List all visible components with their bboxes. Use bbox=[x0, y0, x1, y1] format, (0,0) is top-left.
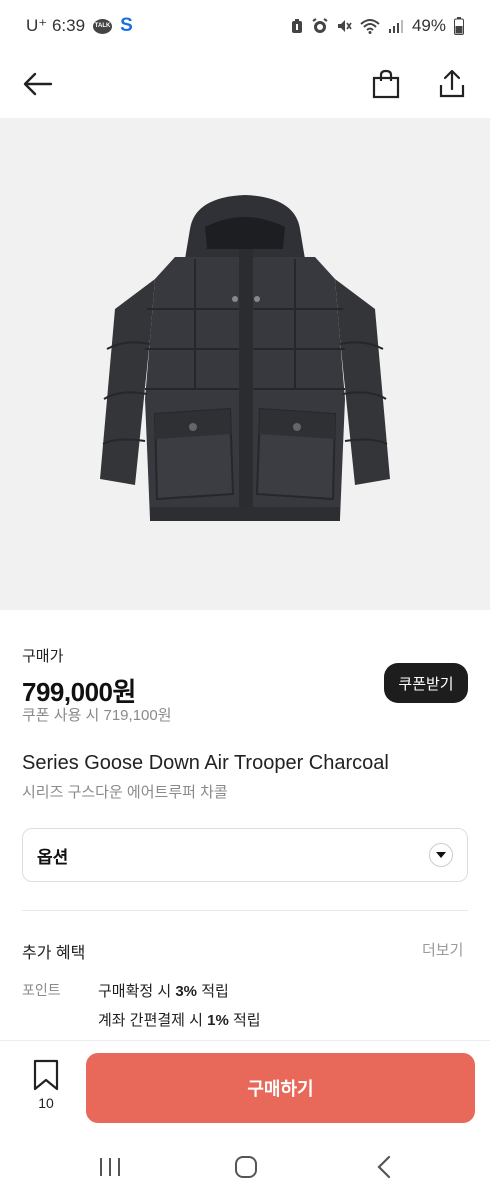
status-left: U⁺ 6:39 TALK S bbox=[26, 15, 133, 37]
benefit-more-link[interactable]: 더보기 bbox=[422, 939, 463, 960]
down-jacket-image bbox=[100, 195, 390, 521]
home-icon bbox=[235, 1156, 257, 1178]
status-right: 49% bbox=[290, 16, 464, 36]
system-back-button[interactable] bbox=[364, 1152, 404, 1182]
battery-percent: 49% bbox=[411, 16, 446, 35]
point-line-text: 적립 bbox=[228, 1012, 261, 1029]
system-nav-bar bbox=[0, 1132, 490, 1200]
point-line: 계좌 간편결제 시 1% 적립 bbox=[98, 1009, 261, 1030]
point-line: 구매확정 시 3% 적립 bbox=[98, 980, 229, 1001]
signal-icon bbox=[388, 19, 404, 33]
battery-icon bbox=[454, 17, 464, 35]
chevron-down-icon bbox=[429, 843, 453, 867]
battery-saver-icon bbox=[290, 18, 304, 34]
price-label: 구매가 bbox=[22, 648, 64, 665]
coupon-price: 쿠폰 사용 시 719,100원 bbox=[22, 707, 172, 724]
bottom-bar: 10 구매하기 bbox=[0, 1040, 490, 1132]
benefit-title: 추가 혜택 bbox=[22, 945, 86, 962]
kakaotalk-icon: TALK bbox=[93, 18, 113, 34]
back-arrow-icon bbox=[23, 72, 53, 96]
back-button[interactable] bbox=[16, 62, 60, 106]
option-select[interactable]: 옵션 bbox=[22, 828, 468, 882]
recents-button[interactable] bbox=[90, 1152, 130, 1182]
product-image[interactable] bbox=[0, 118, 490, 610]
point-line-rate: 3% bbox=[175, 983, 198, 1000]
point-label: 포인트 bbox=[22, 982, 61, 998]
status-bar: U⁺ 6:39 TALK S 49% bbox=[0, 0, 490, 52]
wishlist-button[interactable]: 10 bbox=[24, 1059, 68, 1119]
point-line-text: 적립 bbox=[197, 983, 229, 1000]
share-icon bbox=[439, 69, 465, 98]
product-name-en: Series Goose Down Air Trooper Charcoal bbox=[22, 752, 389, 774]
wish-count: 10 bbox=[38, 1095, 54, 1111]
shopping-bag-button[interactable] bbox=[364, 62, 408, 106]
wifi-icon bbox=[360, 18, 380, 34]
nav-back-icon bbox=[377, 1155, 391, 1179]
share-button[interactable] bbox=[430, 62, 474, 106]
mute-icon bbox=[336, 18, 352, 34]
buy-button[interactable]: 구매하기 bbox=[86, 1053, 475, 1123]
product-name-ko: 시리즈 구스다운 에어트루퍼 차콜 bbox=[22, 784, 228, 801]
app-header bbox=[0, 52, 490, 116]
bookmark-icon bbox=[33, 1059, 59, 1091]
divider bbox=[22, 910, 468, 911]
alarm-icon bbox=[312, 18, 328, 34]
shopping-bag-icon bbox=[372, 69, 400, 99]
carrier-time: U⁺ 6:39 bbox=[26, 16, 86, 35]
option-label: 옵션 bbox=[37, 847, 69, 867]
s-app-icon: S bbox=[120, 15, 133, 36]
point-line-text: 계좌 간편결제 시 bbox=[98, 1012, 208, 1029]
point-line-rate: 1% bbox=[207, 1012, 229, 1029]
recents-icon bbox=[100, 1158, 120, 1176]
get-coupon-button[interactable]: 쿠폰받기 bbox=[384, 663, 468, 703]
home-button[interactable] bbox=[226, 1152, 266, 1182]
point-line-text: 구매확정 시 bbox=[98, 983, 176, 1000]
